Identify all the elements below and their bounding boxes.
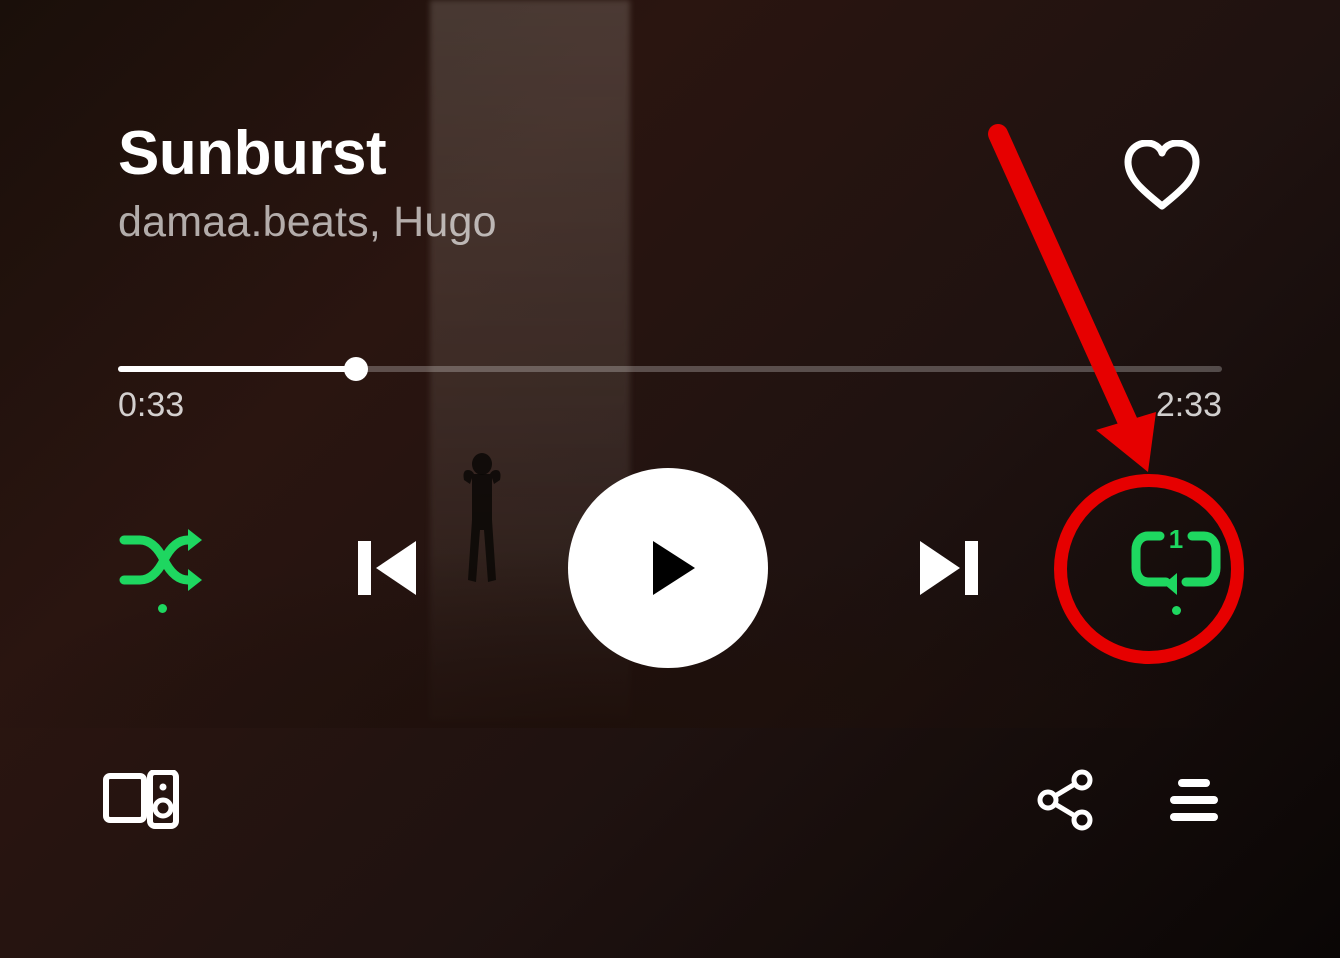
time-elapsed: 0:33 [118,386,184,425]
playback-controls: 1 [118,468,1222,668]
play-button[interactable] [568,468,768,668]
track-header: Sunburst damaa.beats, Hugo [118,120,1222,247]
track-artist[interactable]: damaa.beats, Hugo [118,198,497,247]
time-total: 2:33 [1156,386,1222,425]
seek-bar-fill [118,366,356,372]
repeat-active-dot [1172,606,1181,615]
shuffle-button[interactable] [118,524,206,613]
next-button[interactable] [910,529,988,607]
share-icon [1034,768,1098,832]
previous-button[interactable] [348,529,426,607]
repeat-one-button[interactable]: 1 [1130,522,1222,615]
shuffle-active-dot [158,604,167,613]
now-playing-view: Sunburst damaa.beats, Hugo 0:33 2:33 [0,0,1340,958]
like-button[interactable] [1122,140,1202,212]
play-icon [629,529,707,607]
seek-bar[interactable] [118,366,1222,372]
progress-section: 0:33 2:33 [118,366,1222,425]
devices-icon [102,770,180,830]
repeat-one-icon: 1 [1130,522,1222,598]
svg-text:1: 1 [1169,524,1183,554]
devices-button[interactable] [102,770,180,830]
bottom-toolbar [102,768,1222,832]
track-info: Sunburst damaa.beats, Hugo [118,120,497,247]
next-icon [910,529,988,607]
share-button[interactable] [1034,768,1098,832]
track-title[interactable]: Sunburst [118,120,497,188]
heart-icon [1122,140,1202,212]
queue-button[interactable] [1166,777,1222,823]
queue-icon [1166,777,1222,823]
time-row: 0:33 2:33 [118,386,1222,425]
previous-icon [348,529,426,607]
shuffle-icon [118,524,206,596]
seek-bar-thumb[interactable] [344,357,368,381]
bottom-right-group [1034,768,1222,832]
